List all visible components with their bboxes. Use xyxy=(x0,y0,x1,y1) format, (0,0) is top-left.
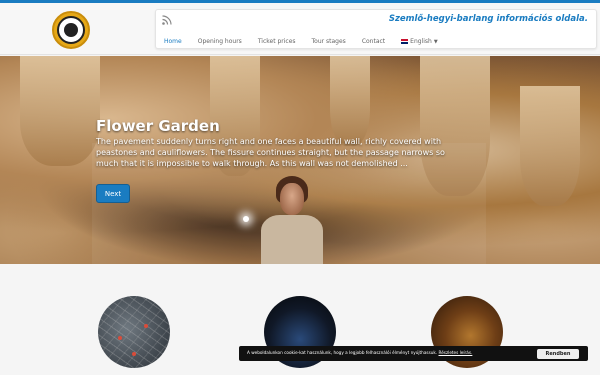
map-pin-icon xyxy=(132,352,136,356)
nav-item-tour-stages[interactable]: Tour stages xyxy=(304,34,354,50)
nav-item-ticket-prices[interactable]: Ticket prices xyxy=(250,34,304,50)
site-tagline: Szemlő-hegyi-barlang információs oldala. xyxy=(388,14,588,24)
visitor-body xyxy=(261,215,323,264)
rss-icon[interactable] xyxy=(162,15,172,25)
language-label: English xyxy=(410,38,432,45)
chevron-down-icon: ▼ xyxy=(433,39,438,45)
map-pin-icon xyxy=(144,324,148,328)
logo-core xyxy=(64,23,78,37)
map-thumbnail[interactable] xyxy=(98,296,170,368)
nav-item-contact[interactable]: Contact xyxy=(354,34,393,50)
rock-formation xyxy=(20,56,100,166)
next-button[interactable]: Next xyxy=(96,184,130,203)
cookie-accept-button[interactable]: Rendben xyxy=(537,349,579,359)
cookie-message: A weboldalunkon cookie-kat használunk, h… xyxy=(247,350,439,355)
rock-formation xyxy=(330,56,370,146)
cave-logo-icon[interactable] xyxy=(52,11,90,49)
language-dropdown[interactable]: English ▼ xyxy=(393,34,446,50)
slide-title: Flower Garden xyxy=(96,117,220,135)
cookie-text: A weboldalunkon cookie-kat használunk, h… xyxy=(247,350,472,355)
logo-inner xyxy=(57,16,85,44)
nav-item-home[interactable]: Home xyxy=(156,34,190,50)
lamp-glow xyxy=(243,216,249,222)
main-nav: Home Opening hours Ticket prices Tour st… xyxy=(156,34,446,50)
slide-description: The pavement suddenly turns right and on… xyxy=(96,137,445,168)
nav-panel: Szemlő-hegyi-barlang információs oldala.… xyxy=(155,9,597,49)
cookie-banner: A weboldalunkon cookie-kat használunk, h… xyxy=(239,346,588,361)
rock-formation xyxy=(520,86,580,206)
map-pin-icon xyxy=(118,336,122,340)
visitor-head xyxy=(280,183,304,215)
nav-item-opening-hours[interactable]: Opening hours xyxy=(190,34,250,50)
uk-flag-icon xyxy=(401,39,409,44)
site-header: Szemlő-hegyi-barlang információs oldala.… xyxy=(0,3,600,55)
cookie-details-link[interactable]: Részletes leírás. xyxy=(439,350,473,355)
